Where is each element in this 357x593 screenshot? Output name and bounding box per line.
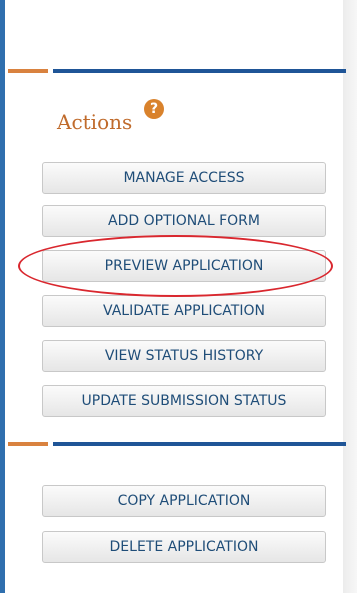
manage-access-button[interactable]: MANAGE ACCESS	[42, 162, 326, 194]
preview-application-button[interactable]: PREVIEW APPLICATION	[42, 250, 326, 282]
add-optional-form-button[interactable]: ADD OPTIONAL FORM	[42, 205, 326, 237]
validate-application-button[interactable]: VALIDATE APPLICATION	[42, 295, 326, 327]
actions-title: Actions	[57, 110, 133, 134]
top-divider	[8, 69, 346, 73]
update-submission-status-button[interactable]: UPDATE SUBMISSION STATUS	[42, 385, 326, 417]
right-shadow	[343, 0, 357, 593]
actions-panel: Actions ? MANAGE ACCESS ADD OPTIONAL FOR…	[5, 0, 346, 593]
bottom-divider	[8, 442, 346, 446]
view-status-history-button[interactable]: VIEW STATUS HISTORY	[42, 340, 326, 372]
help-icon[interactable]: ?	[144, 99, 164, 119]
copy-application-button[interactable]: COPY APPLICATION	[42, 485, 326, 517]
delete-application-button[interactable]: DELETE APPLICATION	[42, 531, 326, 563]
